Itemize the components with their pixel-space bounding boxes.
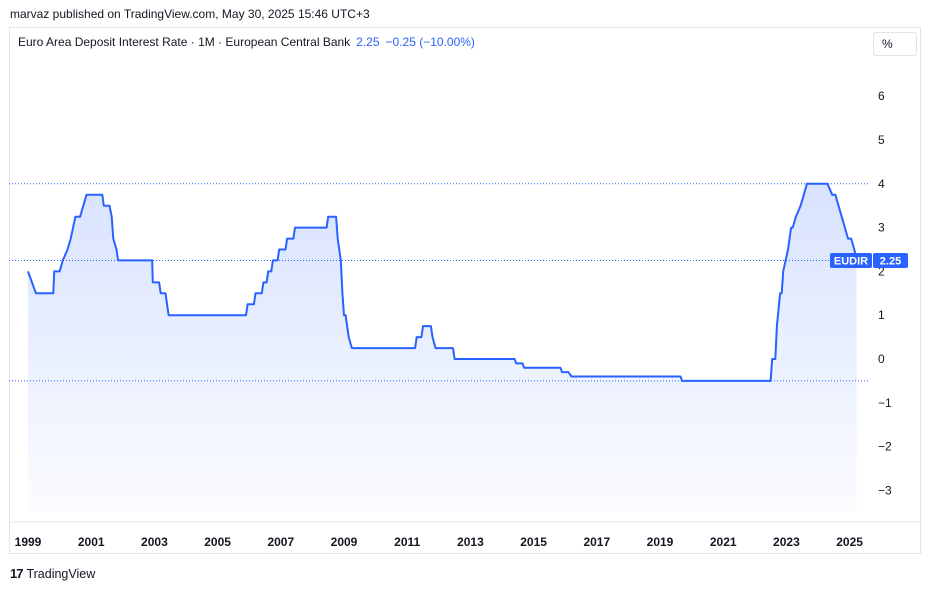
x-tick-label: 2001 bbox=[78, 535, 105, 549]
tradingview-brand[interactable]: 17 TradingView bbox=[10, 566, 95, 581]
legend-title: Euro Area Deposit Interest Rate · 1M · E… bbox=[18, 35, 351, 49]
y-tick-label: 5 bbox=[878, 133, 885, 147]
x-tick-label: 2009 bbox=[331, 535, 358, 549]
y-tick-label: 6 bbox=[878, 89, 885, 103]
chart-legend: Euro Area Deposit Interest Rate · 1M · E… bbox=[18, 35, 475, 49]
x-axis-ticks: 1999 2001 2003 2005 2007 2009 2011 2013 2015 2017… bbox=[15, 535, 864, 549]
y-axis-ticks: 6543210−1−2−3 bbox=[878, 89, 892, 497]
x-tick-label: 2015 bbox=[520, 535, 547, 549]
x-tick-label: 2013 bbox=[457, 535, 484, 549]
x-tick-label: 2021 bbox=[710, 535, 737, 549]
brand-name: TradingView bbox=[26, 566, 96, 581]
x-tick-label: 2017 bbox=[583, 535, 610, 549]
x-tick-label: 2019 bbox=[647, 535, 674, 549]
x-tick-label: 1999 bbox=[15, 535, 42, 549]
y-tick-label: −2 bbox=[878, 440, 892, 454]
y-tick-label: 0 bbox=[878, 352, 885, 366]
y-tick-label: −1 bbox=[878, 396, 892, 410]
y-tick-label: 4 bbox=[878, 177, 885, 191]
x-tick-label: 2005 bbox=[204, 535, 231, 549]
legend-change: −0.25 (−10.00%) bbox=[385, 35, 475, 49]
x-tick-label: 2025 bbox=[836, 535, 863, 549]
x-tick-label: 2023 bbox=[773, 535, 800, 549]
percent-scale-button[interactable]: % bbox=[873, 32, 917, 56]
y-tick-label: −3 bbox=[878, 483, 892, 497]
x-tick-label: 2003 bbox=[141, 535, 168, 549]
chart-svg[interactable]: 6543210−1−2−3 1999 2001 2003 2005 2007 2009 20… bbox=[0, 0, 932, 591]
y-tick-label: 1 bbox=[878, 308, 885, 322]
y-tick-label: 3 bbox=[878, 221, 885, 235]
x-tick-label: 2011 bbox=[394, 535, 420, 549]
tradingview-logo-icon: 17 bbox=[10, 566, 24, 581]
badge-symbol: EUDIR bbox=[834, 256, 868, 268]
legend-value: 2.25 bbox=[356, 35, 380, 49]
badge-value: 2.25 bbox=[880, 256, 901, 268]
x-tick-label: 2007 bbox=[267, 535, 294, 549]
last-value-badge: EUDIR 2.25 bbox=[830, 253, 908, 268]
